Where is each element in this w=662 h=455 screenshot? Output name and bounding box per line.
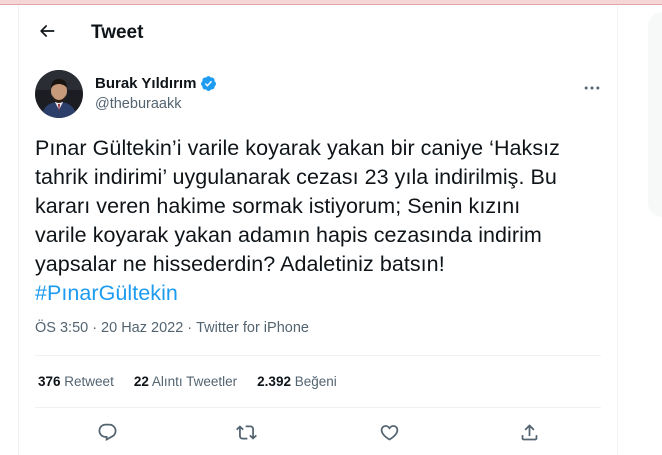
heart-icon: [380, 424, 398, 441]
tweet-actions: [35, 413, 601, 451]
retweet-icon: [235, 424, 257, 440]
stat-label: Alıntı Tweetler: [151, 374, 238, 389]
timeline-left-border: [18, 5, 19, 455]
stat-label: Retweet: [64, 374, 114, 389]
retweet-button[interactable]: [230, 416, 262, 448]
share-button[interactable]: [513, 416, 545, 448]
more-button[interactable]: [580, 76, 604, 100]
tweet-text: Pınar Gültekin’i varile koyarak yakan bi…: [35, 134, 600, 308]
hashtag-link[interactable]: #PınarGültekin: [35, 279, 600, 308]
timeline-right-border: [617, 5, 618, 455]
arrow-left-icon: [40, 25, 55, 37]
more-horizontal-icon: [584, 86, 600, 90]
tweet-text-line: yapsalar ne hissederdin? Adaletiniz bats…: [35, 252, 445, 276]
retweet-count[interactable]: 376 Retweet: [38, 374, 114, 389]
tweet-author: Burak Yıldırım @theburaakk: [35, 70, 605, 120]
sidebar-search-card: [648, 12, 662, 217]
tweet-date[interactable]: 20 Haz 2022: [101, 320, 183, 336]
avatar[interactable]: [35, 70, 83, 118]
stat-label: Beğeni: [294, 374, 337, 389]
tweet-text-line: tahrik indirimi’ uygulanarak cezası 23 y…: [35, 165, 557, 189]
tweet-source[interactable]: Twitter for iPhone: [196, 320, 309, 336]
quote-tweet-count[interactable]: 22 Alıntı Tweetler: [134, 374, 237, 389]
tweet-stats: 376 Retweet 22 Alıntı Tweetler 2.392 Beğ…: [38, 374, 337, 389]
meta-separator: ·: [92, 320, 98, 336]
author-name[interactable]: Burak Yıldırım: [95, 75, 196, 92]
stat-count: 2.392: [257, 374, 291, 389]
tweet-time[interactable]: ÖS 3:50: [35, 320, 88, 336]
meta-separator: ·: [187, 320, 193, 336]
reply-button[interactable]: [91, 416, 123, 448]
page-header: Tweet: [19, 5, 617, 60]
share-icon: [521, 423, 537, 440]
page-title: Tweet: [91, 22, 144, 43]
tweet-text-line: Pınar Gültekin’i varile koyarak yakan bi…: [35, 136, 560, 160]
verified-badge-icon: [201, 76, 217, 91]
like-count[interactable]: 2.392 Beğeni: [257, 374, 337, 389]
stat-count: 376: [38, 374, 61, 389]
stat-count: 22: [133, 374, 149, 389]
divider: [35, 407, 601, 408]
author-handle[interactable]: @theburaakk: [95, 96, 181, 112]
tweet-text-line: varile koyarak yakan adamın hapis cezası…: [35, 223, 542, 247]
like-button[interactable]: [373, 416, 405, 448]
tweet-meta: ÖS 3:50 · 20 Haz 2022 · Twitter for iPho…: [35, 320, 309, 336]
reply-icon: [98, 423, 116, 441]
tweet-text-line: kararı veren hakime sormak istiyorum; Se…: [35, 194, 521, 218]
back-button[interactable]: [31, 15, 63, 47]
divider: [35, 355, 601, 356]
